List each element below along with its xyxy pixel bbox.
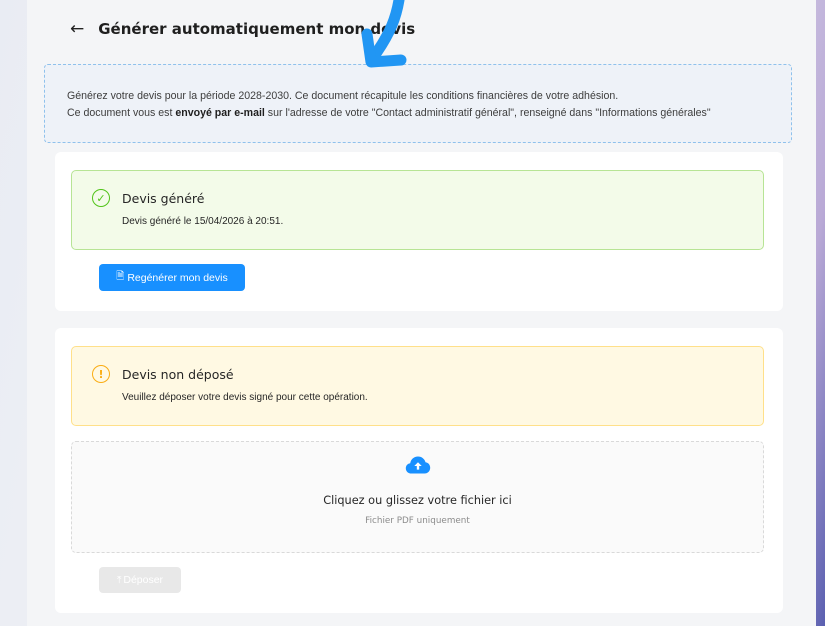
info-banner: Générez votre devis pour la période 2028…: [44, 64, 792, 143]
dropzone-text: Cliquez ou glissez votre fichier ici: [323, 494, 512, 507]
file-dropzone[interactable]: Cliquez ou glissez votre fichier ici Fic…: [71, 441, 764, 553]
annotation-arrow-icon: [359, 0, 421, 75]
button-label: Regénérer mon devis: [127, 271, 228, 284]
regenerate-quote-button[interactable]: 🗎 Regénérer mon devis: [99, 264, 245, 291]
submit-upload-button[interactable]: ⤒ Déposer: [99, 567, 181, 593]
info-line-2-bold: envoyé par e-mail: [175, 107, 265, 119]
generated-quote-card: ✓ Devis généré Devis généré le 15/04/202…: [55, 152, 783, 311]
info-line-2-prefix: Ce document vous est: [67, 107, 176, 119]
success-alert: ✓ Devis généré Devis généré le 15/04/202…: [71, 170, 764, 250]
arrow-left-icon[interactable]: ←: [70, 19, 84, 39]
alert-title: Devis non déposé: [122, 366, 234, 382]
info-line-2: Ce document vous est envoyé par e-mail s…: [67, 105, 791, 122]
warning-alert: ! Devis non déposé Veuillez déposer votr…: [71, 346, 764, 426]
alert-description: Devis généré le 15/04/2026 à 20:51.: [122, 216, 284, 227]
file-icon: 🗎: [116, 271, 125, 282]
upload-icon: ⤒: [116, 574, 122, 586]
info-line-1: Générez votre devis pour la période 2028…: [67, 90, 619, 102]
alert-description: Veuillez déposer votre devis signé pour …: [122, 392, 368, 403]
exclamation-circle-icon: !: [92, 365, 110, 383]
page-header: ← Générer automatiquement mon devis: [27, 0, 816, 58]
alert-title: Devis généré: [122, 190, 205, 206]
dropzone-hint: Fichier PDF uniquement: [365, 516, 470, 526]
info-line-2-suffix: sur l'adresse de votre "Contact administ…: [264, 107, 711, 119]
button-label: Déposer: [123, 574, 164, 586]
cloud-upload-icon: [405, 455, 431, 480]
check-circle-icon: ✓: [92, 189, 110, 207]
upload-quote-card: ! Devis non déposé Veuillez déposer votr…: [55, 328, 783, 613]
page-container: ← Générer automatiquement mon devis Géné…: [27, 0, 816, 626]
